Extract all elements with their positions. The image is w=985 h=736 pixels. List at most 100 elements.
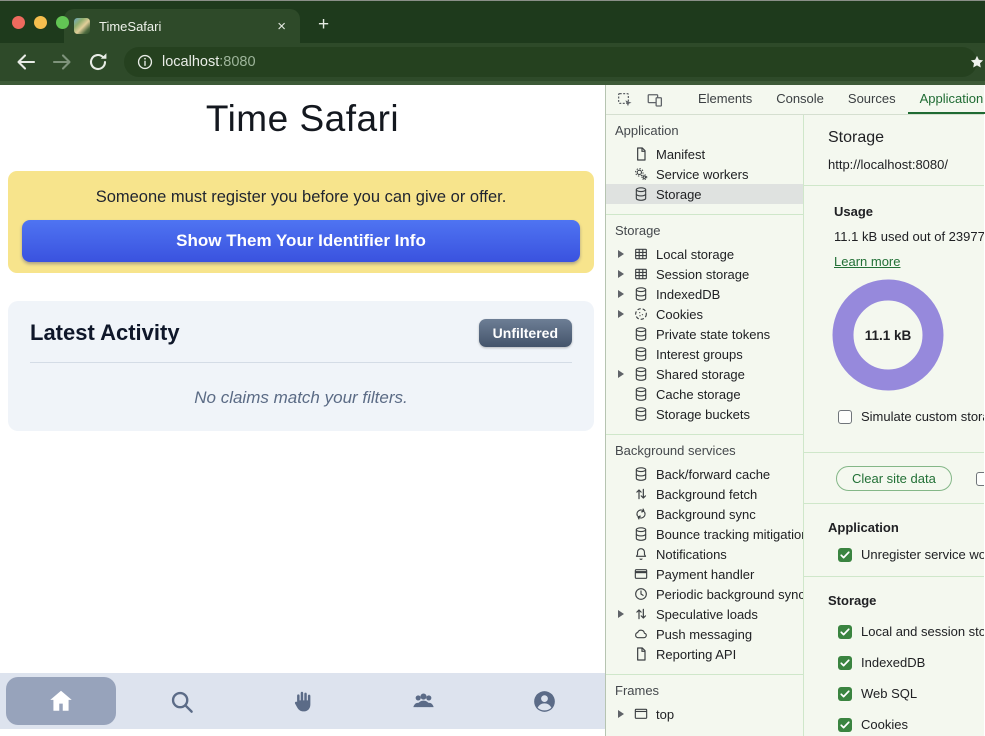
- sidebar-item-label: Manifest: [656, 147, 705, 162]
- unregister-sw-row: Unregister service workers: [838, 547, 984, 562]
- expand-arrow-icon[interactable]: [618, 610, 624, 618]
- sidebar-item-storage[interactable]: Storage: [606, 184, 803, 204]
- expand-arrow-icon[interactable]: [618, 250, 624, 258]
- expand-arrow-icon[interactable]: [618, 370, 624, 378]
- indexeddb-label[interactable]: IndexedDB: [861, 655, 925, 670]
- sidebar-item-label: Background sync: [656, 507, 756, 522]
- minimize-window-button[interactable]: [34, 16, 47, 29]
- nav-discover[interactable]: [121, 673, 242, 729]
- sidebar-item-background-sync[interactable]: Background sync: [606, 504, 803, 524]
- sidebar-item-cookies[interactable]: Cookies: [606, 304, 803, 324]
- unfiltered-button[interactable]: Unfiltered: [479, 319, 572, 347]
- show-identifier-info-button[interactable]: Show Them Your Identifier Info: [22, 220, 580, 262]
- learn-more-link[interactable]: Learn more: [834, 254, 900, 269]
- sidebar-item-private-state-tokens[interactable]: Private state tokens: [606, 324, 803, 344]
- table-icon: [633, 266, 649, 282]
- nav-projects[interactable]: [242, 673, 363, 729]
- tab-title: TimeSafari: [99, 19, 273, 34]
- clock-icon: [633, 586, 649, 602]
- sidebar-item-manifest[interactable]: Manifest: [606, 144, 803, 164]
- simulate-storage-checkbox[interactable]: [838, 410, 852, 424]
- sidebar-item-push-messaging[interactable]: Push messaging: [606, 624, 803, 644]
- tab-sources[interactable]: Sources: [836, 85, 908, 114]
- nav-home[interactable]: [0, 673, 121, 729]
- devtools-sidebar: Application Manifest Service workers Sto…: [606, 115, 804, 736]
- person-circle-icon: [531, 688, 558, 715]
- sidebar-item-speculative-loads[interactable]: Speculative loads: [606, 604, 803, 624]
- sidebar-item-label: Local storage: [656, 247, 734, 262]
- clear-site-data-button[interactable]: Clear site data: [836, 466, 952, 491]
- sidebar-item-label: Notifications: [656, 547, 727, 562]
- sidebar-item-back-forward-cache[interactable]: Back/forward cache: [606, 464, 803, 484]
- sidebar-item-label: Cache storage: [656, 387, 741, 402]
- sidebar-item-interest-groups[interactable]: Interest groups: [606, 344, 803, 364]
- donut-center-label: 11.1 kB: [832, 279, 944, 391]
- database-icon: [633, 526, 649, 542]
- web-sql-label[interactable]: Web SQL: [861, 686, 917, 701]
- expand-arrow-icon[interactable]: [618, 310, 624, 318]
- sidebar-item-payment-handler[interactable]: Payment handler: [606, 564, 803, 584]
- sidebar-item-service-workers[interactable]: Service workers: [606, 164, 803, 184]
- database-icon: [633, 386, 649, 402]
- site-info-icon[interactable]: [136, 53, 154, 71]
- cookies-checkbox[interactable]: [838, 718, 852, 732]
- unregister-sw-label[interactable]: Unregister service workers: [861, 547, 984, 562]
- storage-pane: Storage http://localhost:8080/ Usage 11.…: [804, 115, 984, 736]
- sidebar-item-indexeddb[interactable]: IndexedDB: [606, 284, 803, 304]
- sidebar-item-session-storage[interactable]: Session storage: [606, 264, 803, 284]
- bookmark-star-icon[interactable]: [969, 54, 985, 70]
- back-icon[interactable]: [14, 50, 38, 74]
- sidebar-item-notifications[interactable]: Notifications: [606, 544, 803, 564]
- sidebar-item-top-frame[interactable]: top: [606, 704, 803, 724]
- forward-icon[interactable]: [50, 50, 74, 74]
- cookie-icon: [633, 306, 649, 322]
- include-cookies-checkbox[interactable]: [976, 472, 984, 486]
- tab-application[interactable]: Application: [908, 85, 985, 114]
- unregister-sw-checkbox[interactable]: [838, 548, 852, 562]
- nav-home-active-tile[interactable]: [6, 677, 116, 725]
- sidebar-item-shared-storage[interactable]: Shared storage: [606, 364, 803, 384]
- device-toolbar-icon[interactable]: [646, 91, 664, 109]
- browser-tab-strip: TimeSafari × +: [0, 1, 985, 43]
- local-session-storage-label[interactable]: Local and session storage: [861, 624, 984, 639]
- bottom-navigation: [0, 673, 605, 729]
- section-background-services: Background services: [606, 443, 803, 458]
- sidebar-item-label: Reporting API: [656, 647, 736, 662]
- sidebar-item-reporting-api[interactable]: Reporting API: [606, 644, 803, 664]
- browser-tab[interactable]: TimeSafari ×: [64, 9, 300, 43]
- expand-arrow-icon[interactable]: [618, 290, 624, 298]
- application-section-heading: Application: [828, 520, 984, 535]
- reload-icon[interactable]: [86, 50, 110, 74]
- simulate-storage-label[interactable]: Simulate custom storage: [861, 409, 984, 424]
- new-tab-button[interactable]: +: [318, 14, 329, 36]
- tab-favicon: [74, 18, 90, 34]
- sidebar-item-label: Periodic background sync: [656, 587, 804, 602]
- sidebar-item-local-storage[interactable]: Local storage: [606, 244, 803, 264]
- sidebar-item-bounce-tracking[interactable]: Bounce tracking mitigations: [606, 524, 803, 544]
- nav-contacts[interactable]: [363, 673, 484, 729]
- indexeddb-checkbox[interactable]: [838, 656, 852, 670]
- close-window-button[interactable]: [12, 16, 25, 29]
- tab-close-icon[interactable]: ×: [273, 17, 290, 36]
- database-icon: [633, 466, 649, 482]
- sidebar-item-label: Session storage: [656, 267, 749, 282]
- local-session-storage-checkbox[interactable]: [838, 625, 852, 639]
- sidebar-item-background-fetch[interactable]: Background fetch: [606, 484, 803, 504]
- maximize-window-button[interactable]: [56, 16, 69, 29]
- sidebar-item-label: Interest groups: [656, 347, 743, 362]
- inspect-element-icon[interactable]: [616, 91, 634, 109]
- sidebar-item-label: Bounce tracking mitigations: [656, 527, 804, 542]
- nav-account[interactable]: [484, 673, 605, 729]
- expand-arrow-icon[interactable]: [618, 270, 624, 278]
- web-sql-checkbox[interactable]: [838, 687, 852, 701]
- sidebar-item-label: IndexedDB: [656, 287, 720, 302]
- cookies-label[interactable]: Cookies: [861, 717, 908, 732]
- sidebar-item-periodic-background-sync[interactable]: Periodic background sync: [606, 584, 803, 604]
- tab-console[interactable]: Console: [764, 85, 836, 114]
- sidebar-item-storage-buckets[interactable]: Storage buckets: [606, 404, 803, 424]
- sidebar-item-cache-storage[interactable]: Cache storage: [606, 384, 803, 404]
- address-bar[interactable]: localhost:8080: [124, 47, 977, 77]
- expand-arrow-icon[interactable]: [618, 710, 624, 718]
- database-icon: [633, 346, 649, 362]
- tab-elements[interactable]: Elements: [686, 85, 764, 114]
